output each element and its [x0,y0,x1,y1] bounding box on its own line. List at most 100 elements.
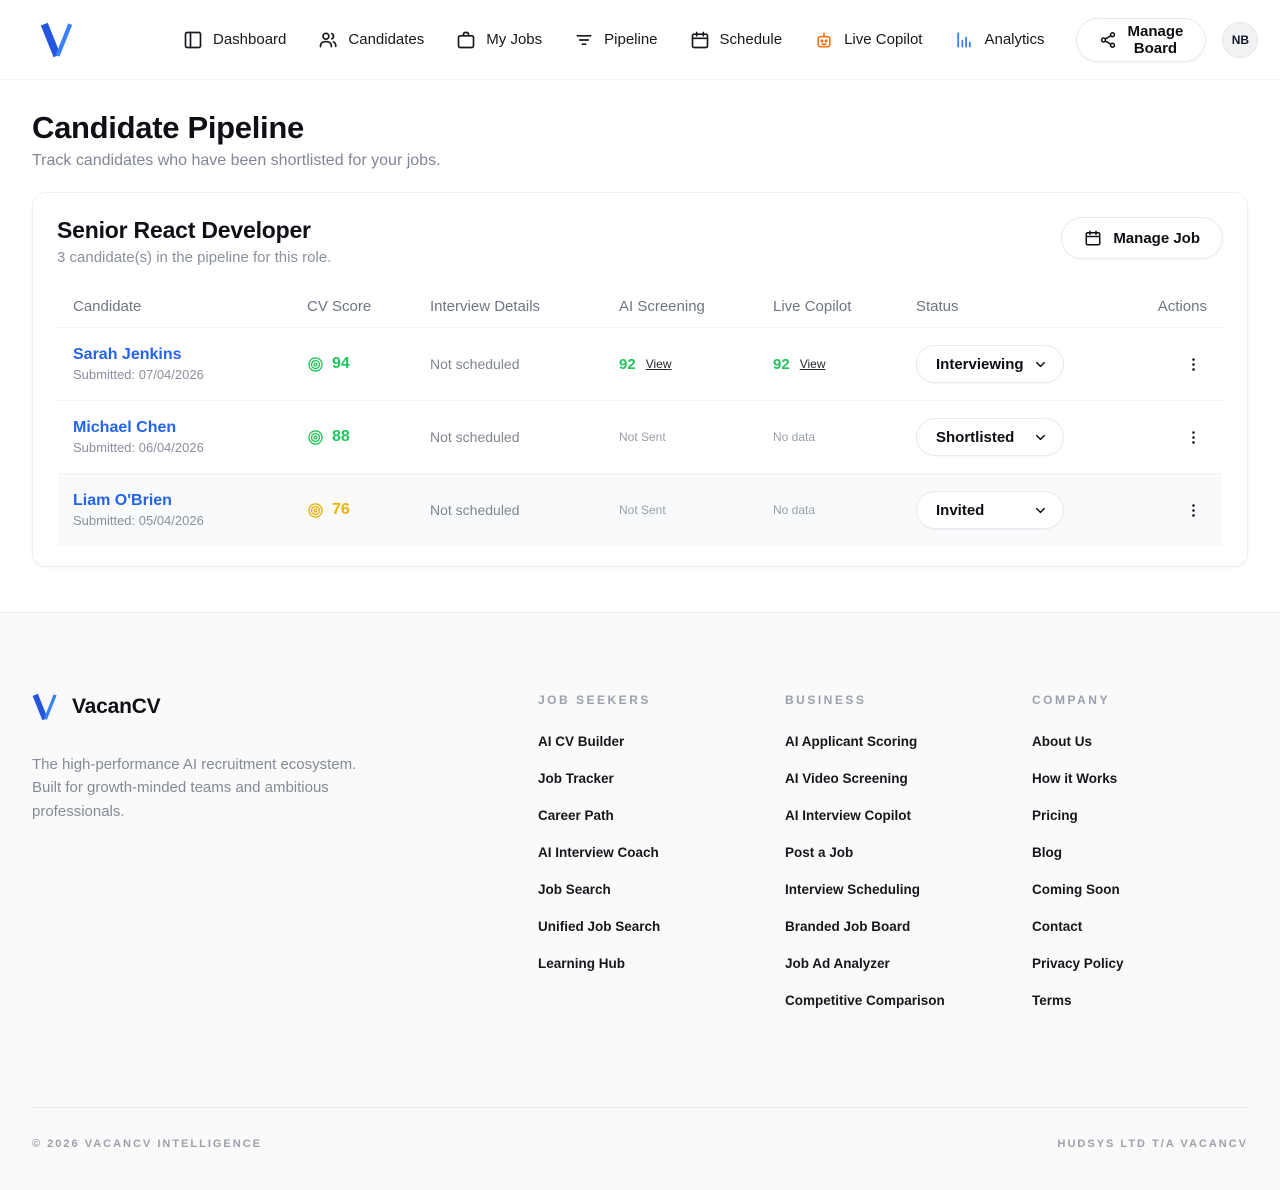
status-value: Shortlisted [936,429,1014,446]
footer-link[interactable]: Post a Job [785,845,853,860]
footer-link[interactable]: AI Applicant Scoring [785,734,917,749]
table-row: Michael Chen Submitted: 06/04/2026 88 No… [57,400,1223,473]
job-candidate-count: 3 candidate(s) in the pipeline for this … [57,249,331,266]
interview-details: Not scheduled [414,488,603,532]
footer-link[interactable]: AI CV Builder [538,734,624,749]
main-content: Candidate Pipeline Track candidates who … [0,80,1280,612]
calendar-icon [690,30,710,50]
candidate-name-link[interactable]: Liam O'Brien [73,492,172,509]
col-header-status: Status [900,286,1101,327]
vacancv-logo-icon[interactable] [40,22,74,58]
ai-screening-status: Not Sent [603,416,757,458]
footer-link[interactable]: Interview Scheduling [785,882,920,897]
footer-link[interactable]: Branded Job Board [785,919,910,934]
status-dropdown[interactable]: Invited [916,491,1064,529]
cv-score-value: 76 [332,501,350,519]
table-header-row: Candidate CV Score Interview Details AI … [57,286,1223,327]
manage-job-button[interactable]: Manage Job [1061,217,1223,259]
footer-link[interactable]: How it Works [1032,771,1117,786]
footer-bottom-bar: © 2026 VACANCV INTELLIGENCE HUDSYS LTD T… [32,1107,1248,1150]
robot-icon [814,30,834,50]
job-pipeline-card: Senior React Developer 3 candidate(s) in… [32,192,1248,567]
col-header-cv-score: CV Score [291,286,414,327]
footer-description: The high-performance AI recruitment ecos… [32,753,362,823]
row-actions-menu-button[interactable] [1179,423,1207,451]
cv-score-value: 94 [332,355,350,373]
col-header-candidate: Candidate [57,286,291,327]
footer-link[interactable]: Career Path [538,808,614,823]
status-dropdown[interactable]: Shortlisted [916,418,1064,456]
footer-link[interactable]: Unified Job Search [538,919,660,934]
nav-item-dashboard[interactable]: Dashboard [170,20,299,60]
share-network-icon [1099,31,1117,49]
footer-link[interactable]: Competitive Comparison [785,993,945,1008]
live-copilot-view-link[interactable]: View [800,357,826,371]
nav-item-live-copilot[interactable]: Live Copilot [801,20,935,60]
footer-copyright: © 2026 VACANCV INTELLIGENCE [32,1138,262,1150]
filter-icon [574,30,594,50]
footer-link[interactable]: Privacy Policy [1032,956,1124,971]
footer-column-heading: COMPANY [1032,693,1248,707]
col-header-interview: Interview Details [414,286,603,327]
row-actions-menu-button[interactable] [1179,496,1207,524]
nav-label: Analytics [984,31,1044,48]
table-row: Sarah Jenkins Submitted: 07/04/2026 94 N… [57,327,1223,400]
footer-column-business: BUSINESS AI Applicant Scoring AI Video S… [785,693,1032,1029]
footer-column-heading: BUSINESS [785,693,1032,707]
footer-column-job-seekers: JOB SEEKERS AI CV Builder Job Tracker Ca… [538,693,785,992]
users-icon [318,30,338,50]
footer-link[interactable]: Terms [1032,993,1072,1008]
manage-job-label: Manage Job [1113,230,1200,247]
footer-link[interactable]: Job Tracker [538,771,614,786]
calendar-icon [1084,229,1102,247]
candidate-submitted-date: Submitted: 07/04/2026 [73,367,275,382]
avatar-initials: NB [1232,33,1249,47]
manage-board-button[interactable]: Manage Board [1076,18,1207,62]
nav-label: Dashboard [213,31,286,48]
nav-item-pipeline[interactable]: Pipeline [561,20,670,60]
candidate-name-link[interactable]: Michael Chen [73,419,176,436]
ai-screening-status: Not Sent [603,489,757,531]
user-avatar[interactable]: NB [1222,22,1258,58]
chevron-down-icon [1033,357,1048,372]
footer-link[interactable]: AI Video Screening [785,771,908,786]
briefcase-icon [456,30,476,50]
job-title: Senior React Developer [57,217,331,244]
nav-label: Schedule [720,31,783,48]
nav-item-candidates[interactable]: Candidates [305,20,437,60]
live-copilot-status: No data [757,489,900,531]
ai-screening-view-link[interactable]: View [646,357,672,371]
nav-item-my-jobs[interactable]: My Jobs [443,20,555,60]
candidate-name-link[interactable]: Sarah Jenkins [73,346,182,363]
nav-item-schedule[interactable]: Schedule [677,20,796,60]
col-header-ai-screening: AI Screening [603,286,757,327]
footer-link[interactable]: AI Interview Coach [538,845,659,860]
footer-link[interactable]: Learning Hub [538,956,625,971]
nav-label: My Jobs [486,31,542,48]
footer-link[interactable]: AI Interview Copilot [785,808,911,823]
footer-link[interactable]: Contact [1032,919,1082,934]
footer-brand-name: VacanCV [72,695,161,719]
chevron-down-icon [1033,503,1048,518]
footer-link[interactable]: Blog [1032,845,1062,860]
page-title: Candidate Pipeline [32,110,1248,146]
status-value: Interviewing [936,356,1024,373]
status-dropdown[interactable]: Interviewing [916,345,1064,383]
footer: VacanCV The high-performance AI recruitm… [0,612,1280,1190]
footer-company-line: HUDSYS LTD T/A VACANCV [1058,1138,1248,1150]
footer-link[interactable]: Job Ad Analyzer [785,956,890,971]
nav-item-analytics[interactable]: Analytics [941,20,1057,60]
chevron-down-icon [1033,430,1048,445]
row-actions-menu-button[interactable] [1179,350,1207,378]
footer-link[interactable]: Coming Soon [1032,882,1120,897]
candidate-submitted-date: Submitted: 06/04/2026 [73,440,275,455]
footer-link[interactable]: About Us [1032,734,1092,749]
cv-score-value: 88 [332,428,350,446]
nav-label: Candidates [348,31,424,48]
main-nav: Dashboard Candidates My Jobs Pipeline Sc… [170,20,1058,60]
footer-link[interactable]: Pricing [1032,808,1078,823]
manage-board-label: Manage Board [1128,23,1184,57]
vacancv-logo-icon [32,693,58,721]
footer-link[interactable]: Job Search [538,882,611,897]
footer-column-company: COMPANY About Us How it Works Pricing Bl… [1032,693,1248,1029]
